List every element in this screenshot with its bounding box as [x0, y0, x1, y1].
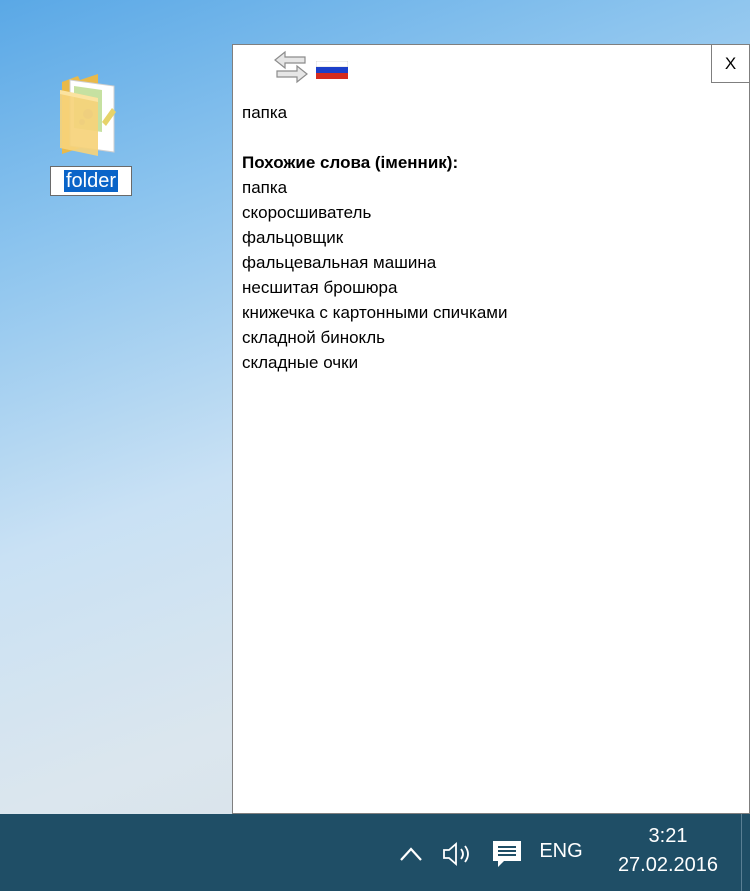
- clock[interactable]: 3:21 27.02.2016: [606, 822, 730, 880]
- translation-content: папка Похожие слова (іменник): папка ско…: [242, 100, 507, 375]
- list-item[interactable]: скоросшиватель: [242, 200, 507, 225]
- clock-date: 27.02.2016: [617, 854, 719, 876]
- dictionary-popup: X папка Похожие слова (іменник): папка с…: [232, 44, 750, 814]
- list-item[interactable]: книжечка с картонными спичками: [242, 300, 507, 325]
- clock-time: 3:21: [648, 825, 688, 847]
- volume-icon[interactable]: [440, 840, 476, 868]
- swap-arrows-icon[interactable]: [271, 50, 311, 84]
- list-item[interactable]: складной бинокль: [242, 325, 507, 350]
- russian-flag-icon[interactable]: [316, 61, 348, 79]
- folder-label-box[interactable]: folder: [50, 166, 132, 196]
- taskbar: ENG 3:21 27.02.2016: [0, 814, 750, 891]
- list-item[interactable]: папка: [242, 175, 507, 200]
- language-indicator[interactable]: ENG: [536, 840, 586, 863]
- close-button[interactable]: X: [711, 45, 749, 83]
- folder-label[interactable]: folder: [63, 170, 119, 192]
- similar-words-list: папка скоросшиватель фальцовщик фальцева…: [242, 175, 507, 375]
- folder-icon: [60, 74, 116, 156]
- list-item[interactable]: фальцевальная машина: [242, 250, 507, 275]
- list-item[interactable]: складные очки: [242, 350, 507, 375]
- show-desktop-button[interactable]: [741, 814, 750, 891]
- section-title: Похожие слова (іменник):: [242, 153, 459, 172]
- headword: папка: [242, 103, 288, 122]
- chevron-up-icon[interactable]: [398, 844, 424, 864]
- list-item[interactable]: фальцовщик: [242, 225, 507, 250]
- action-center-icon[interactable]: [490, 838, 524, 870]
- list-item[interactable]: несшитая брошюра: [242, 275, 507, 300]
